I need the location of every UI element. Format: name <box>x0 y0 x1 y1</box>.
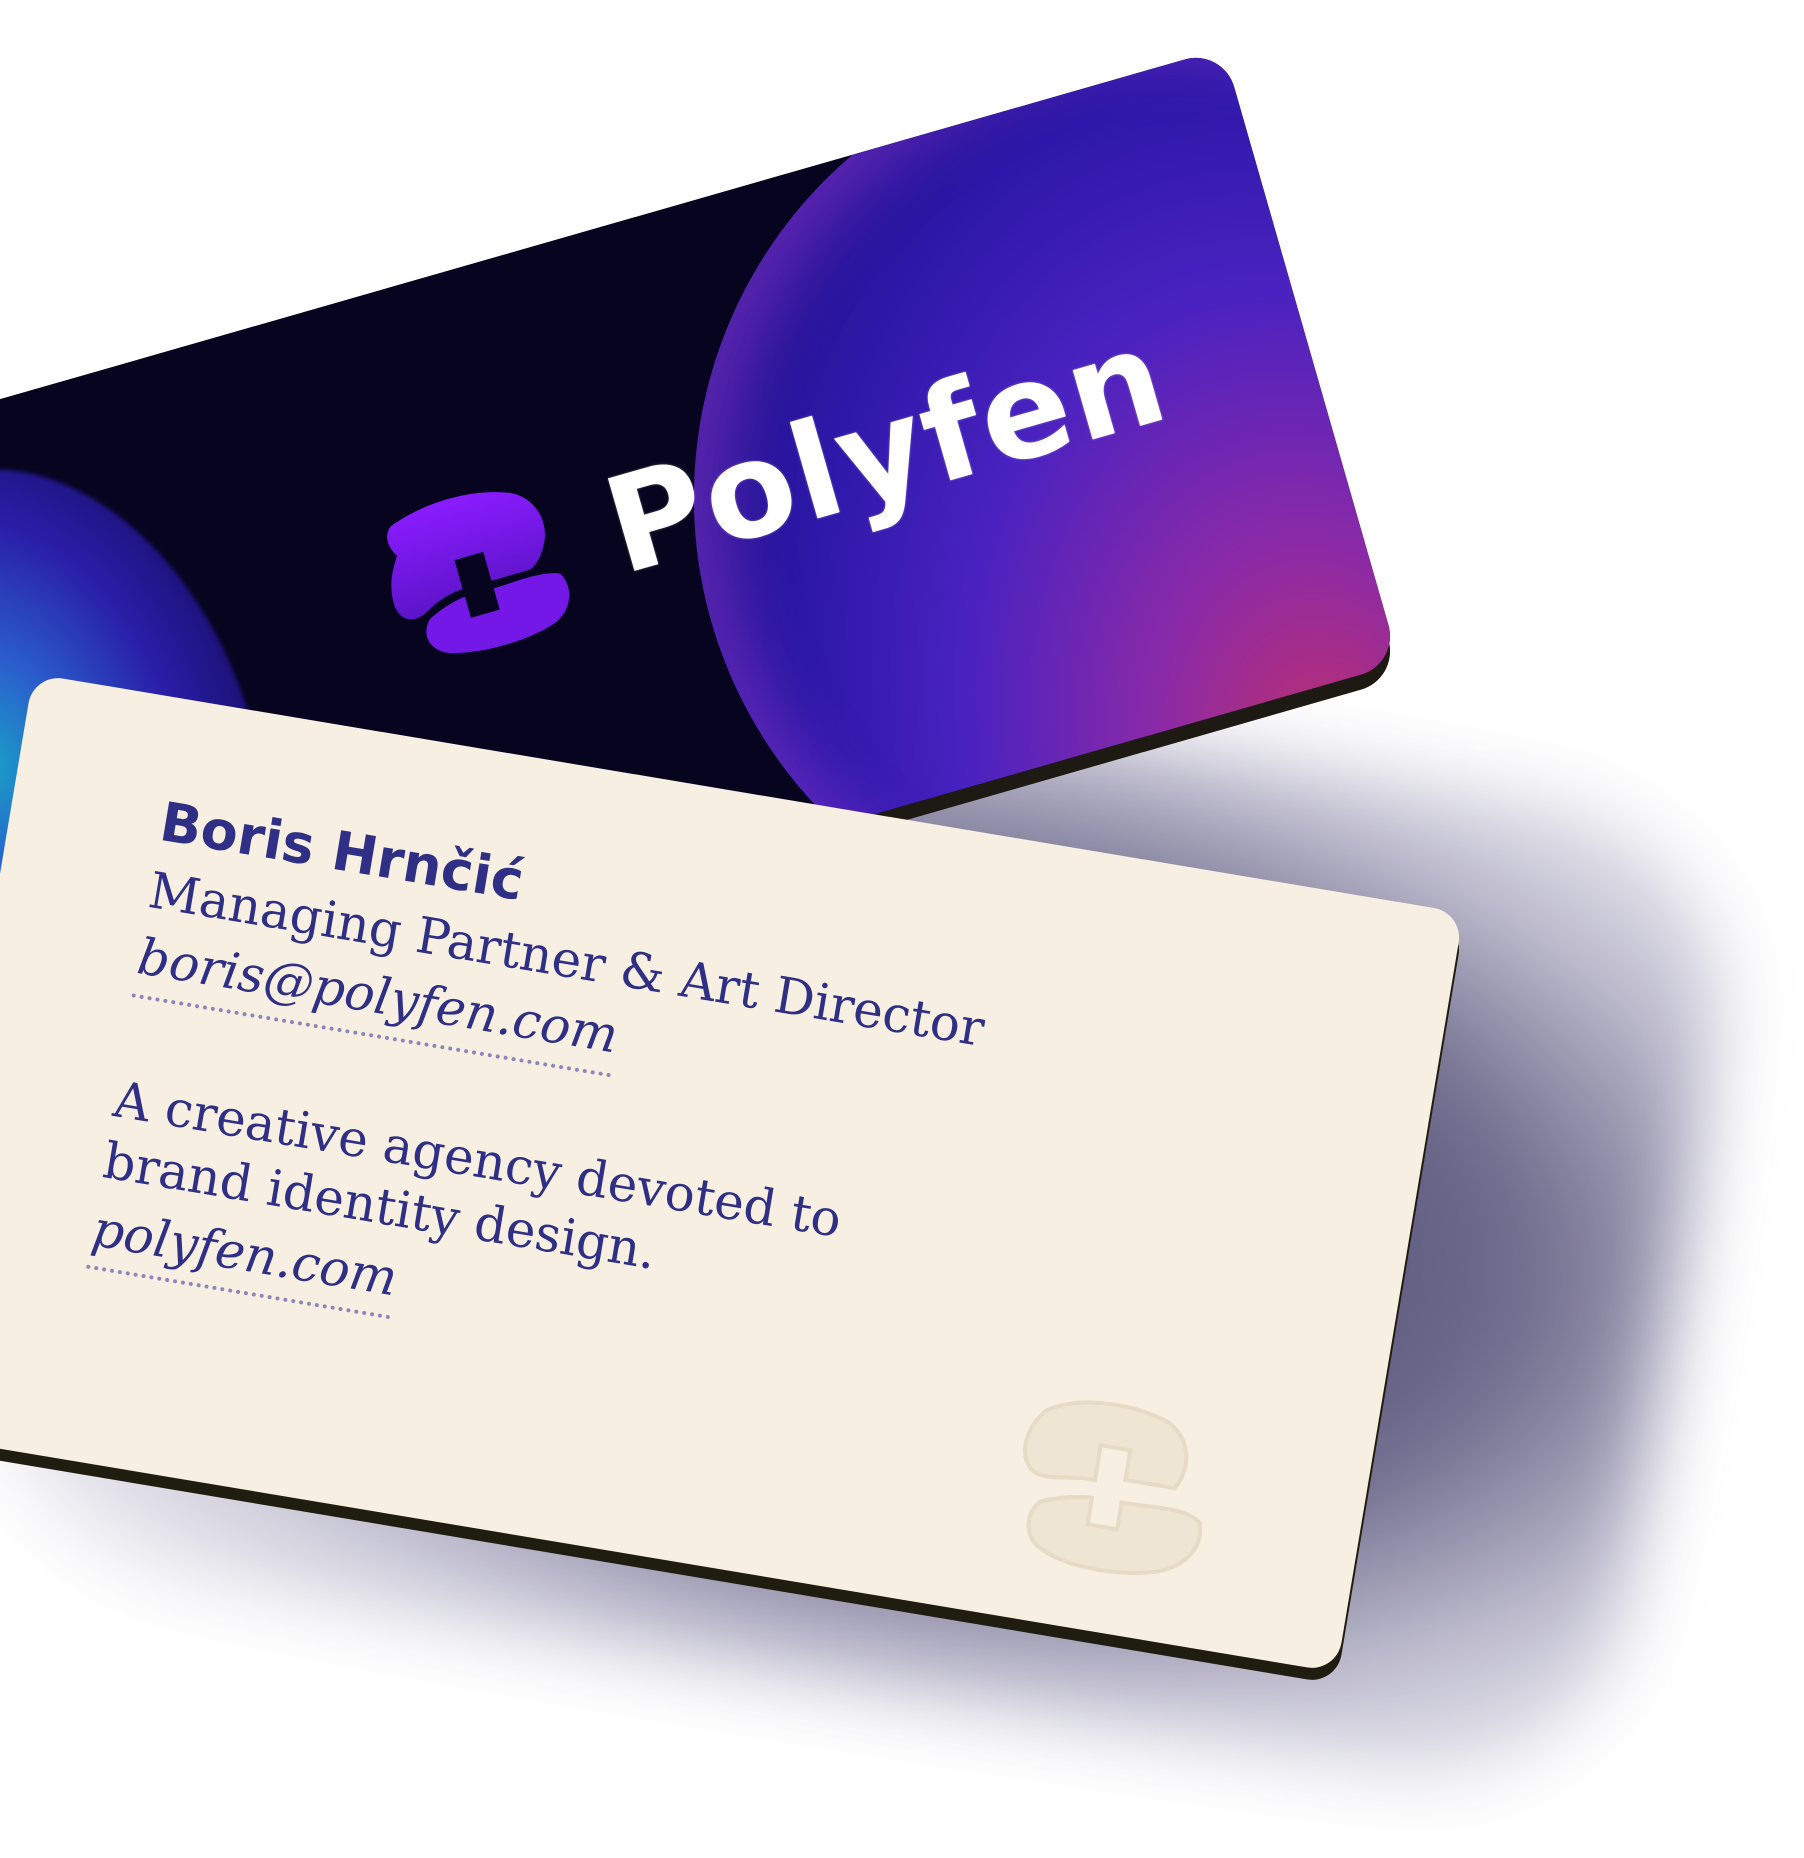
polyfen-emboss-icon <box>1023 1400 1203 1575</box>
contact-block: Boris Hrnčić Managing Partner & Art Dire… <box>85 790 1251 1450</box>
polyfen-logo-icon <box>387 492 570 654</box>
business-card-scene: Polyfen Boris Hrnčić Managing Partner & … <box>0 0 1804 1858</box>
